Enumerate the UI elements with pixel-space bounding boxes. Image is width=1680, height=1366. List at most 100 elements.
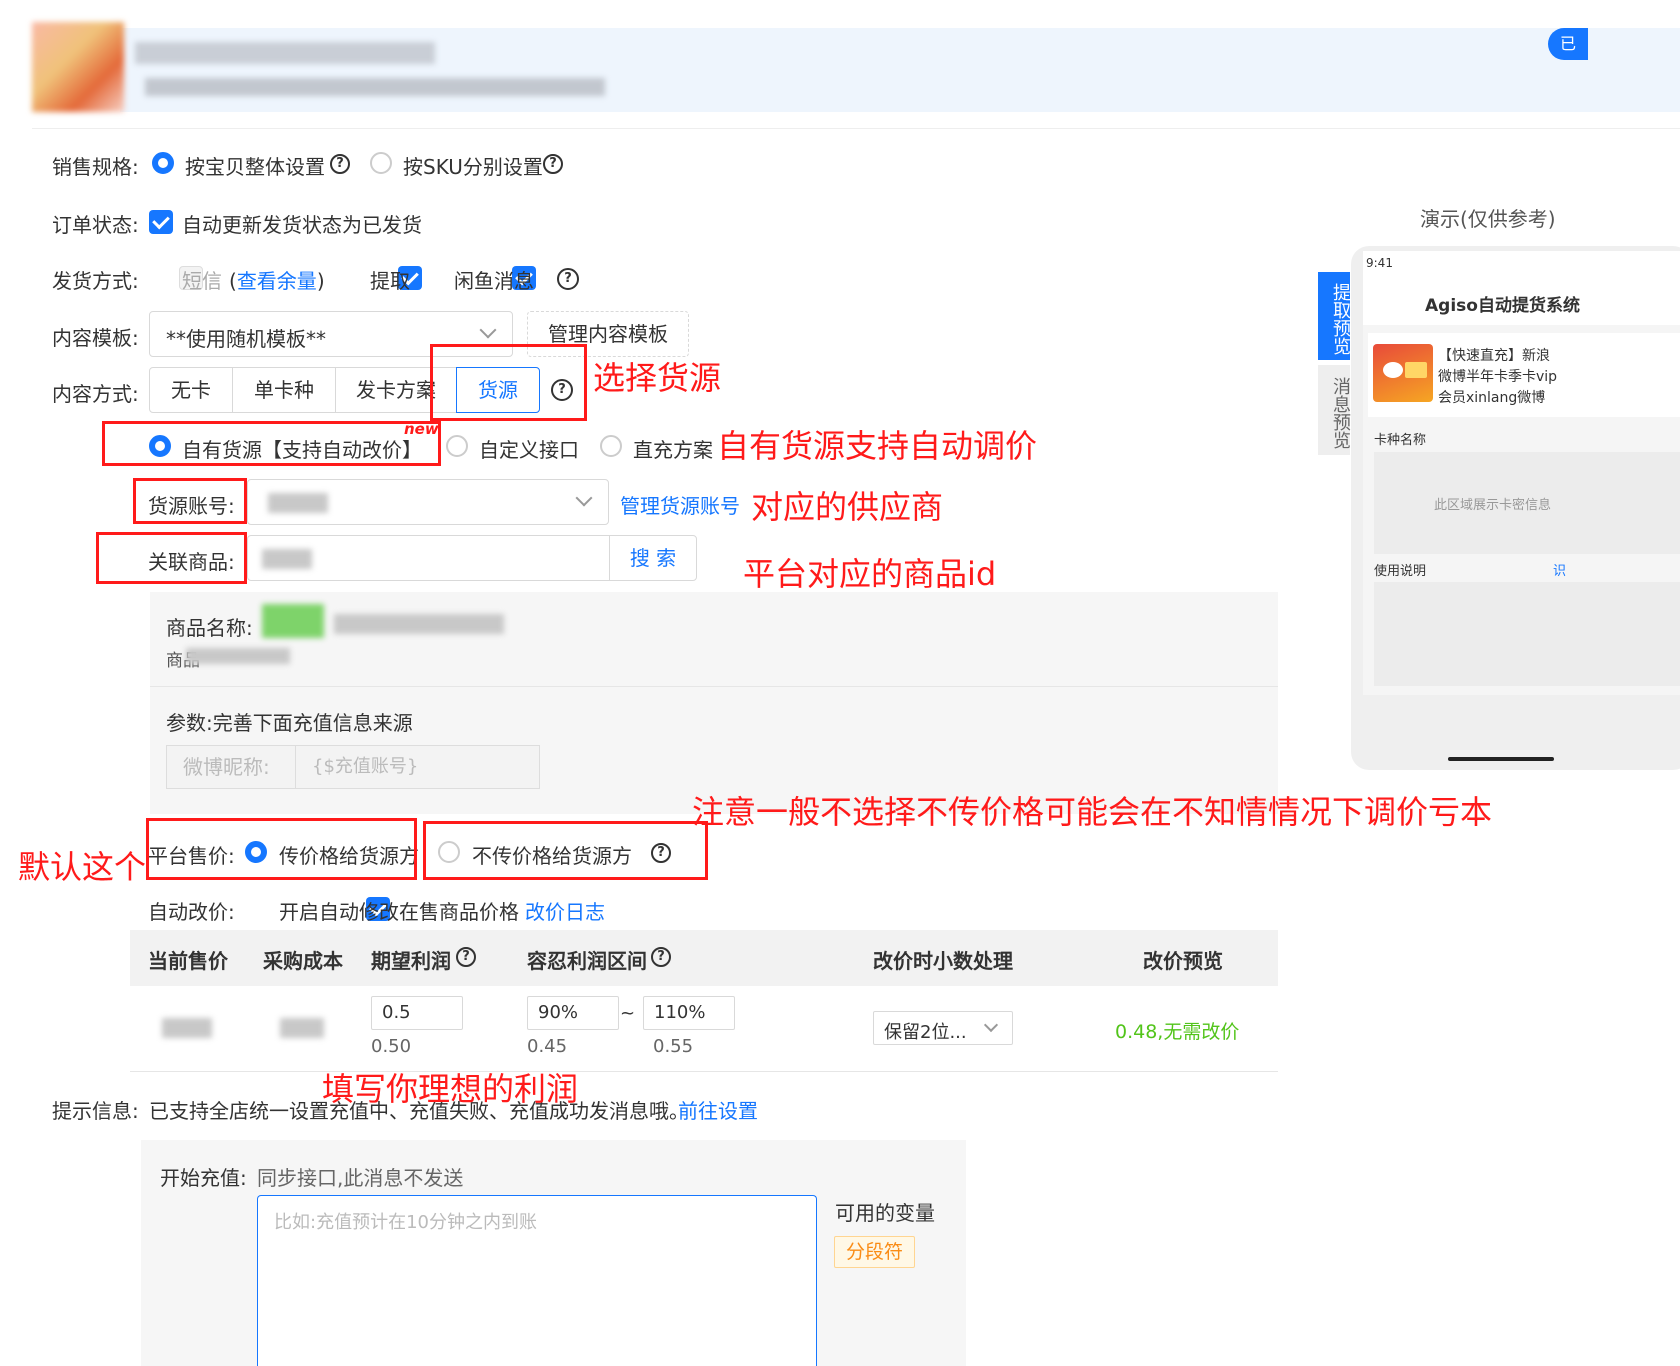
- phone-usage-link[interactable]: 识: [1553, 560, 1566, 579]
- annotation-box-no-pass-price: [423, 821, 708, 880]
- annotation-profit: 填写你理想的利润: [322, 1070, 579, 1108]
- source-account-select[interactable]: [247, 479, 609, 525]
- card-info-placeholder: 此区域展示卡密信息: [1434, 498, 1552, 513]
- help-icon[interactable]: ?: [543, 154, 563, 174]
- available-vars-label: 可用的变量: [835, 1201, 935, 1225]
- weibo-logo-icon: [1383, 362, 1403, 378]
- annotation-box-pass-price: [146, 818, 417, 880]
- search-button[interactable]: 搜 索: [609, 535, 697, 581]
- annotation-box-own-source: [102, 421, 441, 466]
- pickup-text: 提取: [370, 269, 410, 293]
- help-icon[interactable]: ?: [456, 947, 476, 967]
- decimal-selected-value: 保留2位...: [884, 1022, 967, 1043]
- param-name-cell: 微博昵称:: [166, 745, 296, 789]
- recharge-placeholder: 比如:充值预计在10分钟之内到账: [274, 1212, 537, 1233]
- check-balance-link[interactable]: 查看余量: [237, 269, 317, 293]
- side-tab-message-preview[interactable]: 消息预览: [1318, 365, 1351, 455]
- sales-spec-opt-whole[interactable]: 按宝贝整体设置: [185, 151, 325, 180]
- manage-source-account-link[interactable]: 管理货源账号: [620, 490, 740, 519]
- product-name-blurred: [334, 614, 504, 634]
- tab-no-card[interactable]: 无卡: [149, 367, 233, 413]
- annotation-box-source-account: [133, 478, 247, 524]
- col-decimal: 改价时小数处理: [873, 949, 1013, 973]
- range-low-input[interactable]: 90%: [527, 996, 619, 1030]
- paren-close: ): [316, 269, 325, 293]
- product-id-value-blurred: [186, 648, 290, 664]
- product-id-blurred: [262, 549, 312, 569]
- col-cost: 采购成本: [263, 949, 343, 973]
- chevron-down-icon: [575, 489, 593, 507]
- related-product-input[interactable]: [247, 535, 610, 581]
- delivery-label: 发货方式:: [52, 269, 139, 293]
- sms-text: 短信: [182, 269, 222, 293]
- auto-price-text: 开启自动修改在售商品价格: [279, 900, 519, 924]
- template-selected-value: **使用随机模板**: [166, 327, 326, 351]
- shop-desc-blurred: [145, 78, 605, 96]
- shop-avatar: [32, 22, 124, 112]
- recharge-desc: 同步接口,此消息不发送: [257, 1166, 464, 1190]
- profit-sub: 0.50: [371, 1036, 412, 1057]
- auto-update-checkbox[interactable]: [149, 210, 173, 234]
- usage-area: [1374, 582, 1680, 686]
- help-icon[interactable]: ?: [557, 268, 579, 290]
- goto-settings-link[interactable]: 前往设置: [678, 1095, 758, 1124]
- tip-label: 提示信息:: [52, 1099, 139, 1123]
- col-preview: 改价预览: [1143, 949, 1223, 973]
- help-icon[interactable]: ?: [330, 154, 350, 174]
- phone-product-title: 【快速直充】新浪微博半年卡季卡vip会员xinlang微博: [1438, 348, 1558, 406]
- col-current-price: 当前售价: [148, 949, 228, 973]
- recharge-label: 开始充值:: [160, 1166, 247, 1190]
- cost-blurred: [280, 1018, 324, 1038]
- current-price-blurred: [162, 1018, 212, 1038]
- chevron-down-icon: [479, 321, 497, 339]
- sms-balance: (查看余量): [229, 265, 325, 294]
- profit-input[interactable]: 0.5: [371, 996, 463, 1030]
- phone-time: 9:41: [1366, 256, 1393, 270]
- range-tilde: ~: [620, 1003, 636, 1024]
- phone-usage-label: 使用说明: [1374, 564, 1427, 579]
- phone-card-name: 卡种名称: [1374, 433, 1427, 448]
- annotation-own-source-auto: 自有货源支持自动调价: [717, 427, 1038, 465]
- annotation-default: 默认这个: [18, 848, 147, 886]
- tab-single-card[interactable]: 单卡种: [232, 367, 336, 413]
- source-direct-radio[interactable]: [600, 435, 622, 457]
- help-icon[interactable]: ?: [651, 947, 671, 967]
- product-thumb-blurred: [262, 604, 324, 638]
- source-account-blurred: [268, 493, 328, 513]
- vip-card-icon: [1405, 362, 1427, 378]
- range-high-sub: 0.55: [653, 1036, 694, 1057]
- range-high-input[interactable]: 110%: [643, 996, 735, 1030]
- auto-update-text: 自动更新发货状态为已发货: [182, 213, 422, 237]
- col-profit: 期望利润: [371, 949, 451, 973]
- table-divider: [130, 1071, 1278, 1072]
- source-custom-radio[interactable]: [446, 435, 468, 457]
- decimal-select[interactable]: 保留2位...: [873, 1011, 1013, 1045]
- recharge-message-input[interactable]: 比如:充值预计在10分钟之内到账: [257, 1195, 817, 1366]
- panel-divider: [150, 686, 1278, 687]
- col-profit-range: 容忍利润区间: [527, 949, 647, 973]
- annotation-supplier: 对应的供应商: [751, 488, 944, 526]
- source-direct-text[interactable]: 直充方案: [633, 434, 713, 463]
- top-right-button[interactable]: 已: [1548, 28, 1588, 60]
- chevron-down-icon: [983, 1017, 999, 1033]
- params-text: 参数:完善下面充值信息来源: [166, 711, 413, 735]
- source-custom-text[interactable]: 自定义接口: [479, 434, 579, 463]
- annotation-select-source: 选择货源: [593, 359, 722, 397]
- annotation-box-source-tab: [430, 344, 587, 421]
- segment-var-button[interactable]: 分段符: [834, 1236, 915, 1268]
- shop-name-blurred: [135, 42, 435, 64]
- demo-title: 演示(仅供参考): [1420, 207, 1556, 231]
- price-log-link[interactable]: 改价日志: [525, 896, 605, 925]
- header-bar: [120, 28, 1680, 112]
- product-image: [1373, 344, 1433, 402]
- phone-app-title: Agiso自动提货系统: [1425, 296, 1580, 316]
- template-label: 内容模板:: [52, 326, 139, 350]
- side-tab-pickup-preview[interactable]: 提取预览: [1318, 272, 1351, 360]
- sales-spec-radio-sku[interactable]: [370, 152, 392, 174]
- annotation-price-warning: 注意一般不选择不传价格可能会在不知情情况下调价亏本: [692, 793, 1493, 831]
- price-preview: 0.48,无需改价: [1115, 1021, 1240, 1043]
- sales-spec-opt-sku[interactable]: 按SKU分别设置: [403, 151, 543, 180]
- paren-open: (: [229, 269, 237, 293]
- param-value-input[interactable]: {$充值账号}: [295, 745, 540, 789]
- sales-spec-radio-whole[interactable]: [152, 152, 174, 174]
